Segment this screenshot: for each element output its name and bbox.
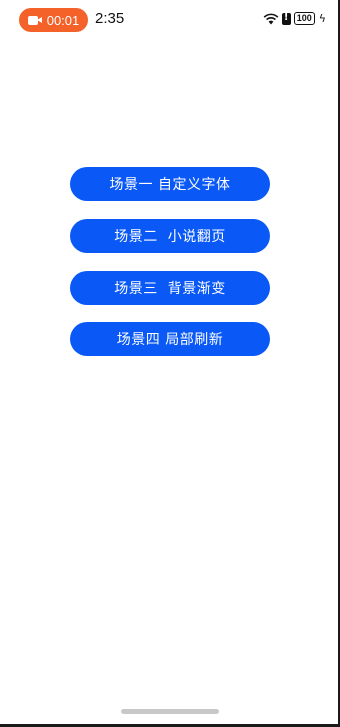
app-screen: 00:01 2:35 100 ϟ 场景一 自定义字体 场景二 小说翻页 场景三 … — [0, 0, 340, 727]
alert-icon — [281, 12, 291, 25]
screen-recording-indicator[interactable]: 00:01 — [19, 8, 88, 32]
scene-4-button[interactable]: 场景四 局部刷新 — [70, 322, 270, 356]
status-bar: 00:01 2:35 100 ϟ — [0, 0, 338, 40]
scene-2-button[interactable]: 场景二 小说翻页 — [70, 219, 270, 253]
recording-time: 00:01 — [46, 12, 80, 28]
home-indicator[interactable] — [121, 709, 219, 714]
status-icons: 100 ϟ — [263, 12, 326, 25]
wifi-icon — [263, 13, 279, 24]
status-time: 2:35 — [95, 10, 125, 27]
scene-1-button[interactable]: 场景一 自定义字体 — [70, 167, 270, 201]
scene-3-button[interactable]: 场景三 背景渐变 — [70, 271, 270, 305]
charging-icon: ϟ — [318, 12, 326, 25]
battery-icon: 100 — [293, 12, 315, 25]
camera-icon — [27, 15, 42, 25]
